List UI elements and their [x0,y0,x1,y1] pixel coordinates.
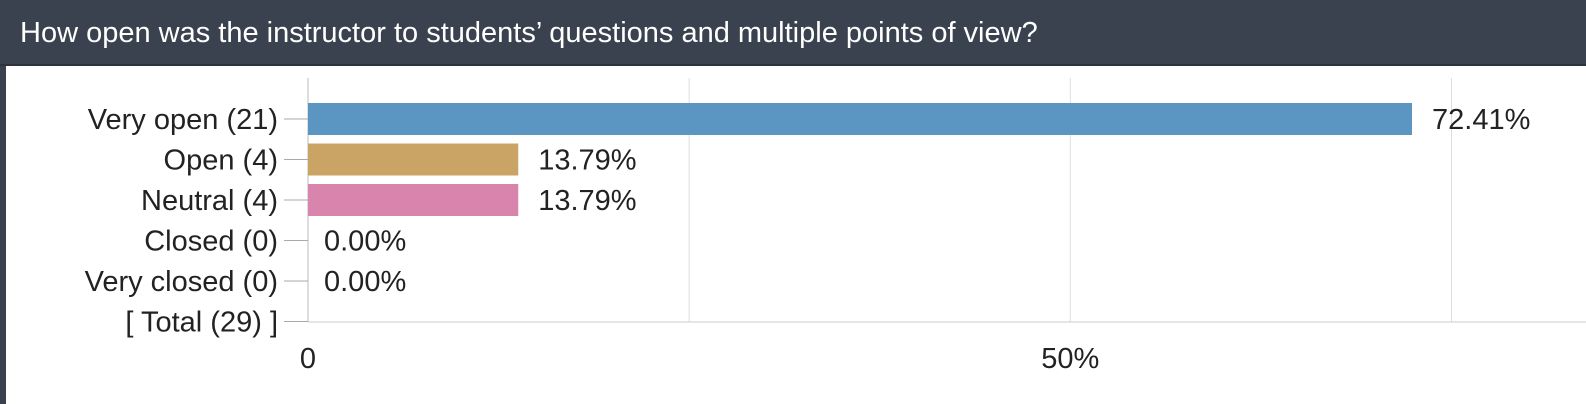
category-label: [ Total (29) ] [125,307,278,339]
value-label: 72.41% [1432,104,1530,136]
value-label: 0.00% [324,226,406,258]
bars [308,103,1412,216]
bar-chart: Very open (21) Open (4) Neutral (4) Closed … [85,78,1586,375]
category-label: Open (4) [164,145,278,177]
x-tick-label: 50% [1041,343,1099,375]
category-labels: Very open (21) Open (4) Neutral (4) Closed … [85,104,308,339]
bar [308,103,1412,135]
value-label: 13.79% [538,145,636,177]
category-label: Closed (0) [144,226,278,258]
category-label: Neutral (4) [141,185,278,217]
bar [308,143,519,176]
x-axis-ticks: 0 50% [300,343,1099,375]
bar [308,184,519,216]
value-label: 13.79% [538,185,636,217]
category-label: Very open (21) [88,104,278,136]
value-label: 0.00% [324,266,406,298]
category-label: Very closed (0) [85,266,278,298]
x-tick-label: 0 [300,343,316,375]
